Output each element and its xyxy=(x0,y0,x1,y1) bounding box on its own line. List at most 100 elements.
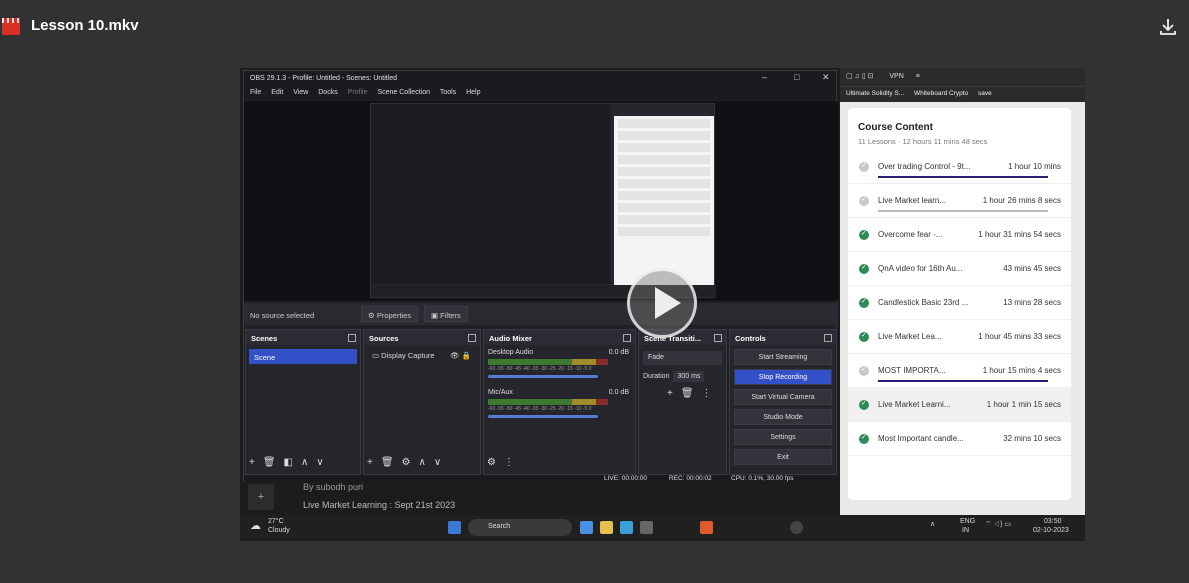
bookmark-item[interactable]: Ultimate Solidity S... xyxy=(846,90,904,97)
gear-icon[interactable]: ⚙ xyxy=(402,457,411,468)
lesson-item[interactable]: MOST IMPORTA... 1 hour 15 mins 4 secs xyxy=(848,354,1071,388)
folder-icon[interactable] xyxy=(600,521,613,534)
lesson-item[interactable]: Live Market learn... 1 hour 26 mins 8 sec… xyxy=(848,184,1071,218)
author-text: By subodh puri xyxy=(303,482,364,492)
course-content-panel: Course Content 11 Lessons · 12 hours 11 … xyxy=(848,108,1071,500)
settings-icon[interactable]: ⚙ xyxy=(487,457,496,468)
more-icon[interactable]: ⋮ xyxy=(702,388,712,399)
settings-button[interactable]: Settings xyxy=(734,429,832,445)
add-icon[interactable]: + xyxy=(249,457,255,468)
play-button[interactable] xyxy=(627,268,697,338)
transitions-dock: Scene Transiti... Fade Duration 300 ms + 🗑… xyxy=(638,329,727,475)
add-icon[interactable]: + xyxy=(667,388,673,399)
more-icon[interactable]: ⋮ xyxy=(504,457,514,468)
trash-icon[interactable]: 🗑 xyxy=(381,457,394,468)
close-icon[interactable]: ✕ xyxy=(822,72,830,83)
lesson-item[interactable]: Overcome fear -... 1 hour 31 mins 54 secs xyxy=(848,218,1071,252)
trash-icon[interactable]: 🗑 xyxy=(263,457,276,468)
scenes-header: Scenes xyxy=(246,330,360,345)
add-icon[interactable]: + xyxy=(367,457,373,468)
lesson-name: Overcome fear -... xyxy=(878,230,943,239)
source-item[interactable]: ▭ Display Capture 👁 🔒 xyxy=(367,349,477,362)
menu-icon[interactable]: ≡ xyxy=(916,73,920,80)
app-icon[interactable] xyxy=(580,521,593,534)
windows-start-icon[interactable] xyxy=(448,521,461,534)
nested-course-panel xyxy=(614,116,714,286)
recorded-desktop: OBS 29.1.3 - Profile: Untitled - Scenes:… xyxy=(240,68,1085,515)
browser-titlebar: ▢ ♫ ▯ ⊡ VPN ≡ xyxy=(840,68,1085,86)
menu-file[interactable]: File xyxy=(250,89,261,96)
menu-edit[interactable]: Edit xyxy=(271,89,283,96)
scene-item[interactable]: Scene xyxy=(249,349,357,364)
file-title: Lesson 10.mkv xyxy=(31,17,139,34)
stop-recording-button[interactable]: Stop Recording xyxy=(734,369,832,385)
channel-name: Mic/Aux xyxy=(488,389,513,396)
obs-taskbar-icon[interactable] xyxy=(790,521,803,534)
edge-icon[interactable] xyxy=(620,521,633,534)
lesson-item[interactable]: Most Important candle... 32 mins 10 secs xyxy=(848,422,1071,456)
filter-icon[interactable]: ◧ xyxy=(284,457,293,468)
duration-input[interactable]: 300 ms xyxy=(673,371,705,382)
transition-toolbar: + 🗑 ⋮ xyxy=(667,388,720,399)
brave-icon[interactable] xyxy=(700,521,713,534)
up-icon[interactable]: ∧ xyxy=(419,457,426,468)
volume-slider[interactable] xyxy=(488,415,598,418)
down-icon[interactable]: ∨ xyxy=(316,457,323,468)
bookmark-item[interactable]: Whiteboard Crypto xyxy=(914,90,968,97)
menu-view[interactable]: View xyxy=(293,89,308,96)
bookmarks-bar: Ultimate Solidity S... Whiteboard Crypto… xyxy=(840,86,1085,102)
temperature: 27°C xyxy=(268,518,284,525)
add-button[interactable]: + xyxy=(248,484,274,510)
studio-mode-button[interactable]: Studio Mode xyxy=(734,409,832,425)
lesson-duration: 1 hour 1 min 15 secs xyxy=(986,400,1061,409)
lesson-item[interactable]: Over trading Control - 9t... 1 hour 10 mi… xyxy=(848,150,1071,184)
filters-button[interactable]: ▣ Filters xyxy=(424,306,468,322)
transition-select[interactable]: Fade xyxy=(643,351,722,365)
browser-window: ▢ ♫ ▯ ⊡ VPN ≡ Ultimate Solidity S... Whi… xyxy=(840,68,1085,515)
lesson-duration: 1 hour 10 mins xyxy=(1008,162,1061,171)
language[interactable]: ENG xyxy=(960,518,975,525)
app-icon[interactable] xyxy=(640,521,653,534)
cpu-usage: CPU: 0.1%, 30.00 fps xyxy=(731,475,794,482)
lesson-item[interactable]: Candlestick Basic 23rd ... 13 mins 28 sec… xyxy=(848,286,1071,320)
no-source-label: No source selected xyxy=(250,311,315,320)
maximize-icon[interactable]: □ xyxy=(794,72,799,82)
obs-preview xyxy=(244,101,838,301)
start-virtual-camera-button[interactable]: Start Virtual Camera xyxy=(734,389,832,405)
properties-button[interactable]: ⚙ Properties xyxy=(361,306,418,322)
menu-help[interactable]: Help xyxy=(466,89,480,96)
exit-button[interactable]: Exit xyxy=(734,449,832,465)
download-icon[interactable] xyxy=(1158,17,1178,37)
menu-tools[interactable]: Tools xyxy=(440,89,456,96)
meter-scale: -60 -55 -50 -45 -40 -35 -30 -25 -20 -15 … xyxy=(488,406,592,412)
eye-lock-icon[interactable]: 👁 🔒 xyxy=(450,351,471,360)
menu-scene-collection[interactable]: Scene Collection xyxy=(377,89,430,96)
lesson-item[interactable]: QnA video for 16th Au... 43 mins 45 secs xyxy=(848,252,1071,286)
obs-title: OBS 29.1.3 - Profile: Untitled - Scenes:… xyxy=(250,75,398,82)
audio-mixer-dock: Audio Mixer Desktop Audio 0.0 dB -60 -55… xyxy=(483,329,636,475)
down-icon[interactable]: ∨ xyxy=(434,457,441,468)
check-icon xyxy=(859,365,869,376)
start-streaming-button[interactable]: Start Streaming xyxy=(734,349,832,365)
volume-slider[interactable] xyxy=(488,375,598,378)
search-box[interactable]: Search xyxy=(468,519,572,536)
rec-time: REC: 00:00:02 xyxy=(669,475,712,482)
menu-profile[interactable]: Profile xyxy=(348,89,368,96)
bookmark-item[interactable]: save xyxy=(978,90,992,97)
lesson-duration: 32 mins 10 secs xyxy=(1003,434,1061,443)
browser-icons[interactable]: ▢ ♫ ▯ ⊡ xyxy=(846,73,873,80)
lesson-item[interactable]: Live Market Learni... 1 hour 1 min 15 sec… xyxy=(848,388,1071,422)
up-icon[interactable]: ∧ xyxy=(301,457,308,468)
obs-menubar: File Edit View Docks Profile Scene Colle… xyxy=(244,86,836,100)
obs-docks: Scenes Scene + 🗑 ◧ ∧ ∨ Sources ▭ Display Cap… xyxy=(244,329,838,475)
lesson-item[interactable]: Live Market Lea... 1 hour 45 mins 33 secs xyxy=(848,320,1071,354)
menu-docks[interactable]: Docks xyxy=(318,89,337,96)
minimize-icon[interactable]: – xyxy=(762,72,767,82)
trash-icon[interactable]: 🗑 xyxy=(681,388,694,399)
chevron-up-icon[interactable]: ∧ xyxy=(930,520,935,528)
controls-dock: Controls Start Streaming Stop Recording … xyxy=(729,329,837,475)
channel-db: 0.0 dB xyxy=(608,349,629,356)
network-volume-icons[interactable]: ⌔ ◁) ▭ xyxy=(985,520,1011,529)
video-frame[interactable]: OBS 29.1.3 - Profile: Untitled - Scenes:… xyxy=(240,68,1085,541)
vpn-badge[interactable]: VPN xyxy=(889,73,903,80)
